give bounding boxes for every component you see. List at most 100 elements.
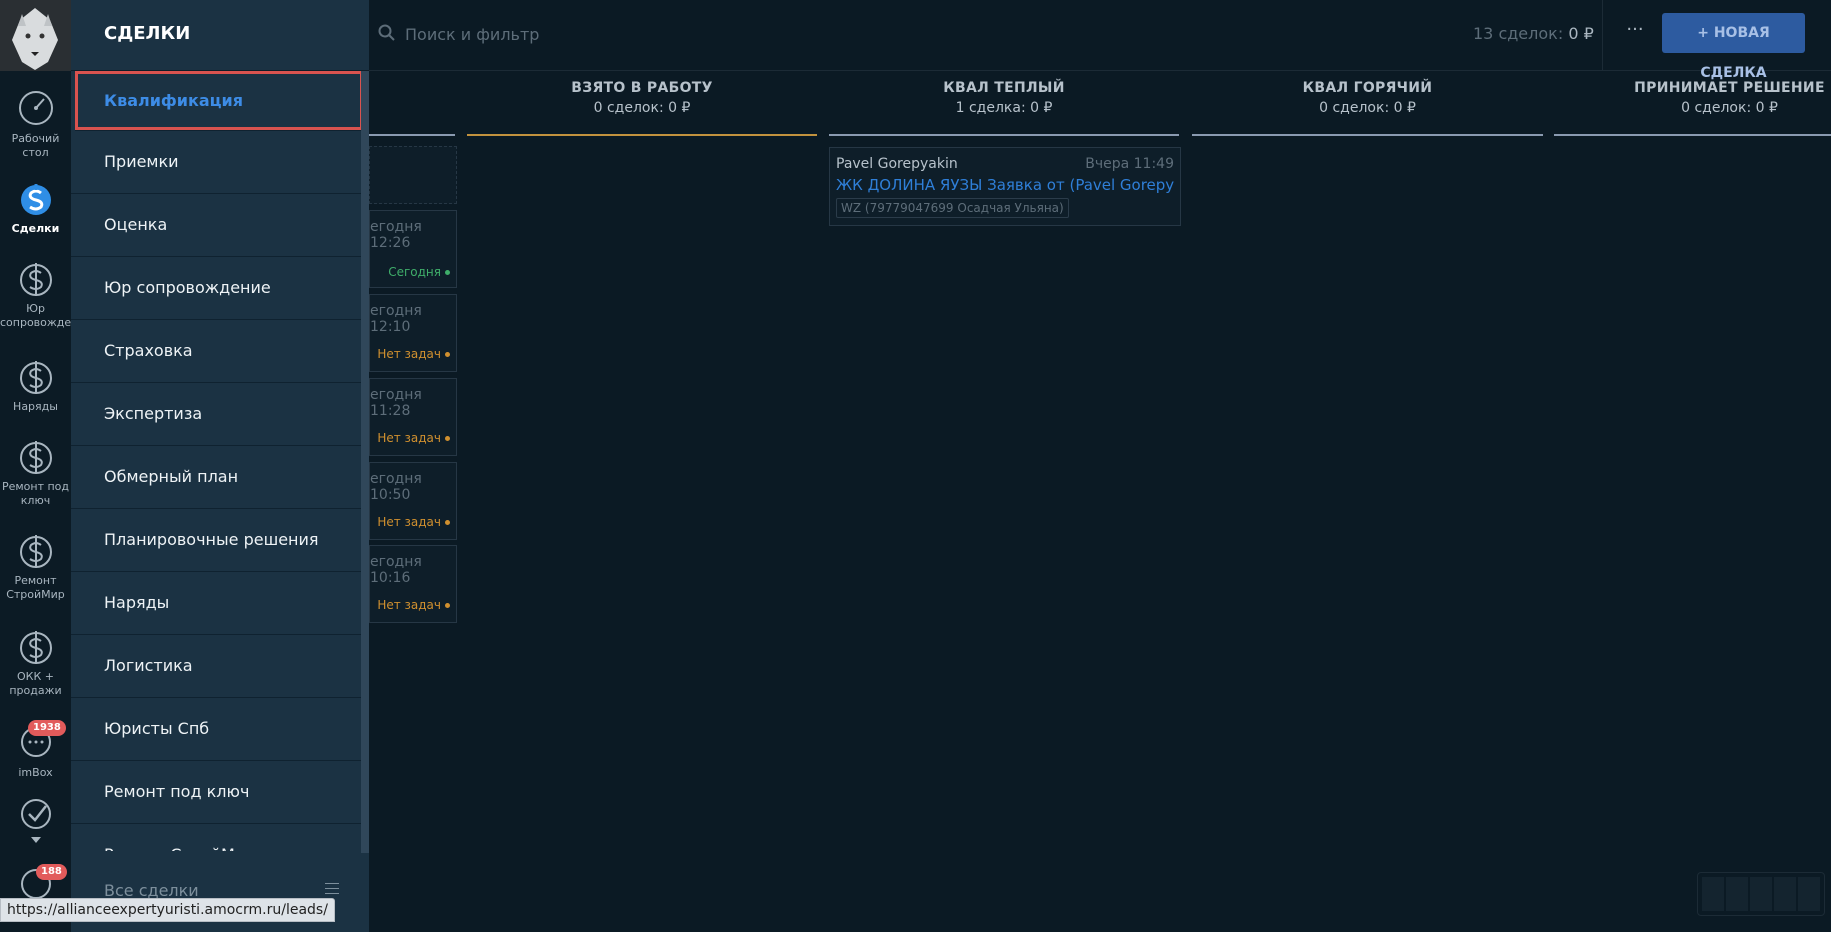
dashboard-gauge-icon — [18, 91, 53, 125]
deal-card[interactable]: егодня 10:50 Нет задач — [369, 462, 457, 540]
nav-orders[interactable]: Наряды — [0, 356, 71, 414]
nav-label: Ремонт СтройМир — [6, 574, 65, 601]
dollar-icon — [19, 631, 52, 664]
dollar-icon — [19, 361, 52, 394]
card-status-label: Нет задач — [377, 347, 441, 361]
pipelines-list: Квалификация Приемки Оценка Юр сопровожд… — [71, 71, 361, 851]
column-count: 0 сделок: 0 ₽ — [593, 100, 691, 116]
search-icon — [378, 24, 395, 41]
status-dot — [445, 352, 450, 357]
nav-turnkey-renovation[interactable]: Ремонт под ключ — [0, 436, 71, 508]
deals-count-value: 0 ₽ — [1568, 24, 1594, 43]
quick-add-placeholder[interactable] — [369, 146, 457, 204]
card-status: Нет задач — [377, 431, 450, 445]
column-header-warm: КВАЛ ТЕПЛЫЙ 1 сделка: 0 ₽ — [829, 80, 1179, 116]
checkmark-icon — [20, 799, 51, 829]
card-status: Нет задач — [377, 515, 450, 529]
pipeline-item-legal-support[interactable]: Юр сопровождение — [71, 257, 361, 320]
card-status: Сегодня — [388, 265, 450, 279]
nav-label: ОКК + продажи — [9, 670, 62, 697]
pipeline-item-layout-solutions[interactable]: Планировочные решения — [71, 509, 361, 572]
card-status-label: Сегодня — [388, 265, 441, 279]
card-status-label: Нет задач — [377, 431, 441, 445]
pipeline-item-logistics[interactable]: Логистика — [71, 635, 361, 698]
search-input[interactable] — [403, 20, 767, 48]
pipeline-item-expertise[interactable]: Экспертиза — [71, 383, 361, 446]
more-options-button[interactable]: ··· — [1613, 15, 1657, 51]
deal-card[interactable]: егодня 11:28 Нет задач — [369, 378, 457, 456]
status-dot — [445, 436, 450, 441]
board-minimap[interactable] — [1697, 872, 1825, 916]
nav-tasks[interactable] — [0, 794, 71, 844]
deal-time: Вчера 11:49 — [1085, 156, 1174, 172]
deals-count-label: 13 сделок: — [1473, 24, 1564, 43]
nav-imbox[interactable]: imBox 1938 — [0, 720, 71, 780]
nav-label: Сделки — [11, 222, 60, 235]
pipeline-item-valuation[interactable]: Оценка — [71, 194, 361, 257]
status-url: https://allianceexpertyuristi.amocrm.ru/… — [0, 898, 335, 922]
avatar[interactable] — [0, 0, 71, 71]
column-title: ПРИНИМАЕТ РЕШЕНИЕ — [1634, 80, 1825, 96]
pipeline-item-insurance[interactable]: Страховка — [71, 320, 361, 383]
pipeline-item-orders[interactable]: Наряды — [71, 572, 361, 635]
column-header-deciding: ПРИНИМАЕТ РЕШЕНИЕ 0 сделок: 0 ₽ — [1554, 80, 1831, 116]
column-title: КВАЛ ГОРЯЧИЙ — [1302, 80, 1433, 96]
status-dot — [445, 520, 450, 525]
pipelines-scrollbar[interactable] — [361, 71, 369, 853]
deal-card[interactable]: егодня 12:26 Сегодня — [369, 210, 457, 288]
deal-card[interactable]: Pavel Gorepyakin Вчера 11:49 ЖК ДОЛИНА Я… — [829, 147, 1181, 226]
card-time: егодня 12:10 — [370, 303, 422, 335]
nav-okk-sales[interactable]: ОКК + продажи — [0, 626, 71, 698]
column-count: 1 сделка: 0 ₽ — [955, 100, 1053, 116]
top-bar: 13 сделок: 0 ₽ ··· + НОВАЯ СДЕЛКА — [369, 0, 1831, 81]
status-dot — [445, 270, 450, 275]
column-count: 0 сделок: 0 ₽ — [1681, 100, 1778, 116]
column-header-taken: ВЗЯТО В РАБОТУ 0 сделок: 0 ₽ — [467, 80, 817, 116]
pipeline-item-lawyers-spb[interactable]: Юристы Спб — [71, 698, 361, 761]
card-time: егодня 10:16 — [370, 554, 422, 586]
pipeline-item-acceptance[interactable]: Приемки — [71, 131, 361, 194]
pipeline-item-measurement-plan[interactable]: Обмерный план — [71, 446, 361, 509]
column-line — [1554, 134, 1831, 136]
card-time: егодня 12:26 — [370, 219, 422, 251]
nav-label: Юр сопровожде — [0, 302, 72, 329]
card-time: егодня 10:50 — [370, 471, 422, 503]
deal-tag[interactable]: WZ (79779047699 Осадчая Ульяна) — [836, 198, 1069, 218]
nav-deals[interactable]: Сделки — [0, 178, 71, 236]
deal-contact[interactable]: Pavel Gorepyakin — [836, 156, 958, 172]
list-menu-icon[interactable] — [325, 883, 339, 895]
pipeline-item-stroymir[interactable]: Ремонт СтройМир — [71, 824, 361, 851]
divider — [1602, 0, 1603, 70]
notifications-badge: 188 — [36, 864, 67, 880]
card-status-label: Нет задач — [377, 515, 441, 529]
card-time: егодня 11:28 — [370, 387, 422, 419]
imbox-badge: 1938 — [28, 720, 66, 736]
deal-card[interactable]: егодня 10:16 Нет задач — [369, 545, 457, 623]
pipelines-panel: СДЕЛКИ Квалификация Приемки Оценка Юр со… — [71, 0, 369, 932]
dollar-icon — [19, 441, 52, 474]
column-title: КВАЛ ТЕПЛЫЙ — [943, 80, 1065, 96]
column-header-hot: КВАЛ ГОРЯЧИЙ 0 сделок: 0 ₽ — [1192, 80, 1543, 116]
page-title: СДЕЛКИ — [104, 23, 191, 44]
card-status-label: Нет задач — [377, 598, 441, 612]
deals-dollar-icon — [20, 184, 51, 215]
left-navigation: Рабочий стол Сделки Юр сопровожде Наряды… — [0, 0, 71, 932]
column-count: 0 сделок: 0 ₽ — [1319, 100, 1416, 116]
nav-label: Рабочий стол — [11, 132, 60, 159]
nav-stroymir[interactable]: Ремонт СтройМир — [0, 530, 71, 602]
pipeline-item-turnkey[interactable]: Ремонт под ключ — [71, 761, 361, 824]
status-dot — [445, 603, 450, 608]
nav-dashboard[interactable]: Рабочий стол — [0, 88, 71, 160]
pipelines-header: СДЕЛКИ — [71, 0, 369, 71]
nav-label: Ремонт под ключ — [1, 480, 70, 507]
nav-legal-support[interactable]: Юр сопровожде — [0, 258, 71, 330]
deal-card[interactable]: егодня 12:10 Нет задач — [369, 294, 457, 372]
deal-title[interactable]: ЖК ДОЛИНА ЯУЗЫ Заявка от (Pavel Gorepya.… — [836, 176, 1174, 194]
nav-label: Наряды — [13, 400, 58, 413]
chevron-down-icon[interactable] — [30, 836, 42, 844]
pipeline-item-qualification[interactable]: Квалификация — [75, 71, 361, 131]
new-deal-button[interactable]: + НОВАЯ СДЕЛКА — [1662, 13, 1805, 81]
column-title: ВЗЯТО В РАБОТУ — [571, 80, 713, 96]
card-status: Нет задач — [377, 347, 450, 361]
deals-count: 13 сделок: 0 ₽ — [1473, 24, 1594, 43]
